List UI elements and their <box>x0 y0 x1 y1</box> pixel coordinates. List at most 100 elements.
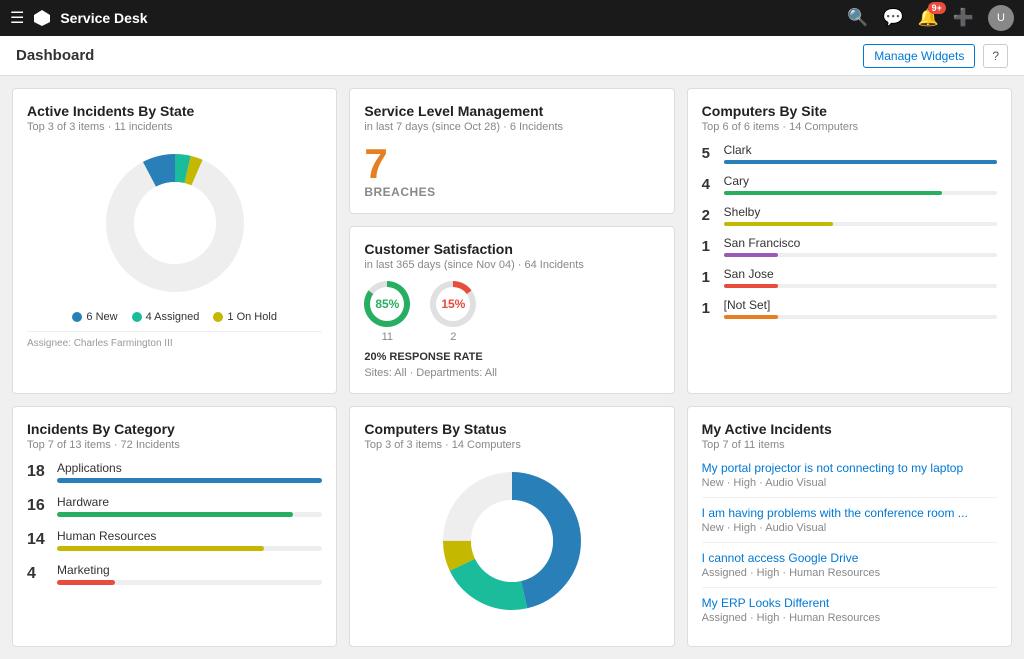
incident-item-2: I am having problems with the conference… <box>702 506 997 543</box>
incident-title-4[interactable]: My ERP Looks Different <box>702 596 997 610</box>
incident-meta-4: Assigned · High · Human Resources <box>702 612 997 624</box>
cat-count-hr: 14 <box>27 531 49 549</box>
cat-name-hr: Human Resources <box>57 529 322 543</box>
cat-info-mkt: Marketing <box>57 563 322 585</box>
site-bar-notset <box>724 315 779 319</box>
active-incidents-footer: Assignee: Charles Farmington III <box>27 331 322 349</box>
cat-bar-mkt <box>57 580 115 585</box>
incidents-by-category-title: Incidents By Category <box>27 421 322 437</box>
csat-subtitle: in last 365 days (since Nov 04) · 64 Inc… <box>364 259 659 271</box>
active-incidents-donut <box>95 143 255 303</box>
site-name-sj: San Jose <box>724 267 997 281</box>
csat-title: Customer Satisfaction <box>364 241 659 257</box>
manage-widgets-button[interactable]: Manage Widgets <box>863 44 975 68</box>
cat-count-hw: 16 <box>27 497 49 515</box>
cat-info-hr: Human Resources <box>57 529 322 551</box>
site-bar-bg-sf <box>724 253 997 257</box>
slm-breaches-count: 7 <box>364 143 659 185</box>
header-actions: Manage Widgets ? <box>863 44 1008 68</box>
category-row-hr: 14 Human Resources <box>27 529 322 551</box>
hamburger-icon[interactable]: ☰ <box>10 8 24 28</box>
site-bar-bg-shelby <box>724 222 997 226</box>
cat-bar-bg-hr <box>57 546 322 551</box>
site-bar-bg-sj <box>724 284 997 288</box>
widget-computers-by-status: Computers By Status Top 3 of 3 items · 1… <box>349 406 674 647</box>
incidents-by-category-subtitle: Top 7 of 13 items · 72 Incidents <box>27 439 322 451</box>
cat-info-hw: Hardware <box>57 495 322 517</box>
site-bar-sj <box>724 284 779 288</box>
csat-negative-count: 2 <box>450 331 456 343</box>
site-name-sf: San Francisco <box>724 236 997 250</box>
site-info-sf: San Francisco <box>724 236 997 257</box>
computers-by-site-subtitle: Top 6 of 6 items · 14 Computers <box>702 121 997 133</box>
legend-assigned: 4 Assigned <box>132 311 200 323</box>
site-count-sj: 1 <box>702 269 716 286</box>
csat-negative-pct: 15% <box>436 287 470 321</box>
widget-slm: Service Level Management in last 7 days … <box>349 88 674 214</box>
incident-meta-3: Assigned · High · Human Resources <box>702 567 997 579</box>
chat-icon[interactable]: 💬 <box>882 8 903 28</box>
incident-title-2[interactable]: I am having problems with the conference… <box>702 506 997 520</box>
category-row-mkt: 4 Marketing <box>27 563 322 585</box>
widget-computers-by-site: Computers By Site Top 6 of 6 items · 14 … <box>687 88 1012 394</box>
csat-positive-count: 11 <box>382 331 393 343</box>
cat-count-mkt: 4 <box>27 565 49 583</box>
slm-csat-column: Service Level Management in last 7 days … <box>349 88 674 394</box>
active-incidents-chart: 6 New 4 Assigned 1 On Hold <box>27 143 322 323</box>
widget-csat: Customer Satisfaction in last 365 days (… <box>349 226 674 394</box>
category-row-apps: 18 Applications <box>27 461 322 483</box>
site-row-notset: 1 [Not Set] <box>702 298 997 319</box>
incident-item-3: I cannot access Google Drive Assigned · … <box>702 551 997 588</box>
site-bar-shelby <box>724 222 833 226</box>
site-count-sf: 1 <box>702 238 716 255</box>
csat-response-rate: 20% RESPONSE RATE <box>364 351 659 363</box>
site-info-shelby: Shelby <box>724 205 997 226</box>
notifications-icon[interactable]: 🔔 9+ <box>918 8 939 28</box>
cat-bar-bg-apps <box>57 478 322 483</box>
computers-by-status-donut <box>432 461 592 621</box>
cat-bar-apps <box>57 478 322 483</box>
site-info-cary: Cary <box>724 174 997 195</box>
site-count-cary: 4 <box>702 176 716 193</box>
legend-onhold-dot <box>213 312 223 322</box>
page-header: Dashboard Manage Widgets ? <box>0 36 1024 76</box>
computers-by-site-title: Computers By Site <box>702 103 997 119</box>
site-row-sf: 1 San Francisco <box>702 236 997 257</box>
app-title: Service Desk <box>60 10 839 26</box>
site-name-notset: [Not Set] <box>724 298 997 312</box>
legend-onhold: 1 On Hold <box>213 311 277 323</box>
my-active-incidents-subtitle: Top 7 of 11 items <box>702 439 997 451</box>
site-bar-clark <box>724 160 997 164</box>
site-bar-bg-notset <box>724 315 997 319</box>
nav-actions: 🔍 💬 🔔 9+ ➕ U <box>847 5 1014 31</box>
incidents-by-category-list: 18 Applications 16 Hardware 14 <box>27 461 322 585</box>
slm-breaches-label: BREACHES <box>364 185 659 199</box>
site-bar-bg-cary <box>724 191 997 195</box>
cat-count-apps: 18 <box>27 463 49 481</box>
help-button[interactable]: ? <box>983 44 1008 68</box>
cat-bar-hr <box>57 546 264 551</box>
csat-positive-pct: 85% <box>370 287 404 321</box>
cat-info-apps: Applications <box>57 461 322 483</box>
site-row-cary: 4 Cary <box>702 174 997 195</box>
my-active-incidents-title: My Active Incidents <box>702 421 997 437</box>
site-name-cary: Cary <box>724 174 997 188</box>
site-count-clark: 5 <box>702 145 716 162</box>
incident-item-1: My portal projector is not connecting to… <box>702 461 997 498</box>
search-icon[interactable]: 🔍 <box>847 8 868 28</box>
legend-new-dot <box>72 312 82 322</box>
user-avatar[interactable]: U <box>988 5 1014 31</box>
computers-by-site-list: 5 Clark 4 Cary 2 <box>702 143 997 319</box>
legend-onhold-label: 1 On Hold <box>227 311 277 323</box>
incident-title-3[interactable]: I cannot access Google Drive <box>702 551 997 565</box>
incident-title-1[interactable]: My portal projector is not connecting to… <box>702 461 997 475</box>
site-info-notset: [Not Set] <box>724 298 997 319</box>
widget-active-incidents-title: Active Incidents By State <box>27 103 322 119</box>
widget-active-incidents: Active Incidents By State Top 3 of 3 ite… <box>12 88 337 394</box>
dashboard: Active Incidents By State Top 3 of 3 ite… <box>0 76 1024 659</box>
site-bar-cary <box>724 191 943 195</box>
site-count-notset: 1 <box>702 300 716 317</box>
site-name-clark: Clark <box>724 143 997 157</box>
add-icon[interactable]: ➕ <box>953 8 974 28</box>
category-row-hw: 16 Hardware <box>27 495 322 517</box>
